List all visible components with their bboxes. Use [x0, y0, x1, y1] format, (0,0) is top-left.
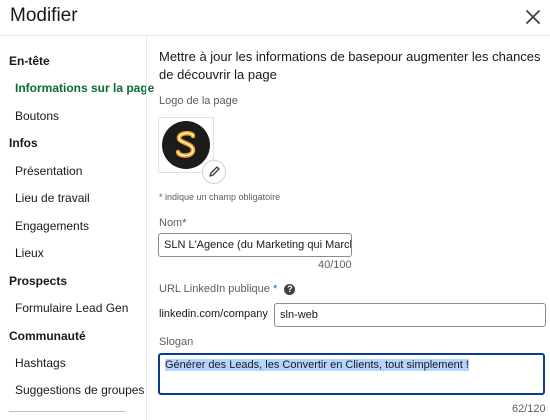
sidebar-item-formulaire-lead-gen[interactable]: Formulaire Lead Gen [15, 301, 128, 315]
sidebar-item-informations[interactable]: Informations sur la page [15, 81, 154, 95]
edit-logo-button[interactable] [202, 160, 226, 184]
sidebar-item-suggestions-de-groupes[interactable]: Suggestions de groupes [15, 383, 144, 397]
sidebar-section-entete: En-tête [9, 54, 50, 68]
url-prefix: linkedin.com/company [159, 308, 268, 320]
dialog-title: Modifier [10, 5, 78, 26]
name-counter: 40/100 [318, 259, 352, 271]
required-note: * indique un champ obligatoire [159, 192, 281, 202]
sidebar-item-presentation[interactable]: Présentation [15, 164, 82, 178]
sidebar-scroll-edge [9, 411, 126, 412]
help-icon[interactable]: ? [284, 283, 296, 295]
slogan-label: Slogan [159, 336, 194, 348]
slogan-text-selected: Générer des Leads, les Convertir en Clie… [165, 359, 469, 371]
dialog-header: Modifier [0, 0, 550, 36]
intro-text: Mettre à jour les informations de basepo… [159, 49, 541, 82]
slogan-textarea[interactable]: Générer des Leads, les Convertir en Clie… [158, 353, 545, 395]
sidebar-item-lieu-de-travail[interactable]: Lieu de travail [15, 191, 90, 205]
url-label-text: URL LinkedIn publique [159, 283, 270, 295]
sidebar-section-prospects: Prospects [9, 274, 68, 288]
sidebar-section-infos: Infos [9, 136, 38, 150]
pencil-icon [209, 166, 220, 177]
sidebar-nav: En-tête Informations sur la page Boutons… [0, 37, 154, 420]
required-star: * [272, 283, 278, 295]
name-input[interactable]: SLN L'Agence (du Marketing qui Marche) [158, 233, 352, 257]
sidebar-divider [146, 37, 147, 420]
url-input[interactable]: sln-web [274, 303, 546, 327]
sidebar-item-hashtags[interactable]: Hashtags [15, 356, 66, 370]
sidebar-item-boutons[interactable]: Boutons [15, 109, 59, 123]
logo-label: Logo de la page [159, 95, 238, 107]
sidebar-item-engagements[interactable]: Engagements [15, 219, 89, 233]
slogan-counter: 62/120 [512, 403, 546, 415]
sidebar-section-communaute: Communauté [9, 329, 86, 343]
url-label: URL LinkedIn publique * ? [159, 283, 296, 295]
name-label: Nom* [159, 217, 187, 229]
sidebar-item-lieux[interactable]: Lieux [15, 246, 44, 260]
edit-form: Mettre à jour les informations de basepo… [148, 37, 550, 420]
close-icon[interactable] [523, 7, 543, 27]
